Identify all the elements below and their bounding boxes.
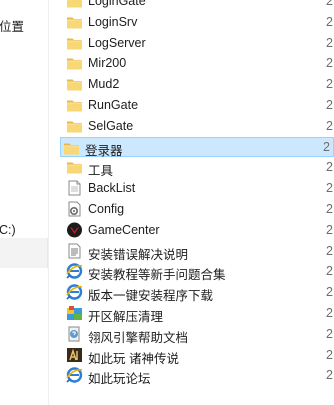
document-icon bbox=[66, 243, 83, 259]
file-row[interactable]: LoginGate 2 bbox=[62, 0, 334, 12]
file-date: 2 bbox=[326, 97, 333, 112]
file-row[interactable]: Mir200 2 bbox=[62, 53, 334, 74]
game-shortcut-icon bbox=[66, 347, 83, 363]
file-row[interactable]: SelGate 2 bbox=[62, 116, 334, 137]
file-date: 2 bbox=[326, 243, 333, 258]
file-date: 2 bbox=[326, 56, 333, 71]
file-name: Mud2 bbox=[88, 77, 120, 92]
file-name: Config bbox=[88, 201, 125, 216]
file-name: LoginGate bbox=[88, 0, 146, 8]
file-date: 2 bbox=[326, 347, 333, 362]
installer-icon bbox=[66, 305, 83, 321]
file-date: 2 bbox=[326, 264, 333, 279]
nav-item-highlight[interactable] bbox=[0, 238, 48, 268]
file-date: 2 bbox=[326, 0, 333, 8]
file-date: 2 bbox=[326, 222, 333, 237]
folder-icon bbox=[63, 140, 80, 156]
nav-item-drive-c[interactable]: C:) bbox=[0, 223, 16, 237]
file-date: 2 bbox=[326, 35, 333, 50]
file-date: 2 bbox=[326, 160, 333, 175]
file-date: 2 bbox=[326, 181, 333, 196]
file-row[interactable]: Mud2 2 bbox=[62, 74, 334, 95]
file-row[interactable]: 安装错误解决说明 2 bbox=[62, 241, 334, 262]
ie-shortcut-icon bbox=[66, 263, 83, 280]
file-date: 2 bbox=[326, 285, 333, 300]
file-date: 2 bbox=[323, 139, 330, 154]
file-name: LoginSrv bbox=[88, 14, 138, 29]
file-row[interactable]: GameCenter 2 bbox=[62, 220, 334, 241]
file-name: 如此玩论坛 bbox=[88, 372, 151, 387]
file-row[interactable]: 翎风引擎帮助文档 2 bbox=[62, 324, 334, 345]
folder-icon bbox=[66, 97, 83, 113]
file-list[interactable]: LoginGate 2 LoginSrv 2 LogServer 2 Mir200 2 Mud2… bbox=[60, 0, 334, 386]
file-row[interactable]: 如此玩 诸神传说 2 bbox=[62, 345, 334, 366]
file-name: 登录器 bbox=[85, 143, 123, 158]
file-name: GameCenter bbox=[88, 222, 160, 237]
file-row-selected[interactable]: 登录器 2 bbox=[60, 136, 334, 158]
file-row[interactable]: Config 2 bbox=[62, 199, 334, 220]
file-row[interactable]: LoginSrv 2 bbox=[62, 12, 334, 33]
folder-icon bbox=[66, 76, 83, 92]
help-file-icon bbox=[66, 326, 83, 342]
file-date: 2 bbox=[326, 305, 333, 320]
file-date: 2 bbox=[326, 368, 333, 383]
file-name: SelGate bbox=[88, 118, 134, 133]
folder-icon bbox=[66, 35, 83, 51]
text-file-icon bbox=[66, 180, 83, 196]
file-row[interactable]: 版本一键安装程序下载 2 bbox=[62, 282, 334, 303]
file-date: 2 bbox=[326, 201, 333, 216]
file-row[interactable]: 如此玩论坛 2 bbox=[62, 365, 334, 386]
folder-icon bbox=[66, 0, 83, 9]
folder-icon bbox=[66, 118, 83, 134]
file-row[interactable]: 工具 2 bbox=[62, 157, 334, 178]
folder-icon bbox=[66, 14, 83, 30]
ie-shortcut-icon bbox=[66, 367, 83, 384]
file-name: 安装错误解决说明 bbox=[88, 247, 189, 262]
file-date: 2 bbox=[326, 326, 333, 341]
ie-shortcut-icon bbox=[66, 284, 83, 300]
nav-item-location[interactable]: 位置 bbox=[0, 16, 24, 35]
file-row[interactable]: 开区解压清理 2 bbox=[62, 303, 334, 324]
file-name: BackList bbox=[88, 181, 136, 196]
navigation-pane[interactable]: 位置 C:) bbox=[0, 0, 49, 405]
file-name: LogServer bbox=[88, 35, 146, 50]
config-file-icon bbox=[66, 201, 83, 217]
file-row[interactable]: RunGate 2 bbox=[62, 95, 334, 116]
file-name: Mir200 bbox=[88, 56, 127, 71]
nav-pane-divider bbox=[48, 0, 49, 405]
file-row[interactable]: BackList 2 bbox=[62, 178, 334, 199]
file-name: 安装教程等新手问题合集 bbox=[88, 268, 226, 283]
folder-icon bbox=[66, 55, 83, 71]
file-name: 工具 bbox=[88, 164, 114, 179]
file-name: 翎风引擎帮助文档 bbox=[88, 330, 189, 345]
file-name: RunGate bbox=[88, 97, 139, 112]
file-date: 2 bbox=[326, 14, 333, 29]
file-date: 2 bbox=[326, 118, 333, 133]
file-name: 如此玩 诸神传说 bbox=[88, 351, 179, 366]
file-name: 版本一键安装程序下载 bbox=[88, 289, 214, 304]
file-date: 2 bbox=[326, 77, 333, 92]
file-row[interactable]: 安装教程等新手问题合集 2 bbox=[62, 261, 334, 282]
file-name: 开区解压清理 bbox=[88, 309, 164, 324]
game-center-icon bbox=[66, 222, 83, 238]
folder-icon bbox=[66, 159, 83, 175]
file-row[interactable]: LogServer 2 bbox=[62, 33, 334, 54]
